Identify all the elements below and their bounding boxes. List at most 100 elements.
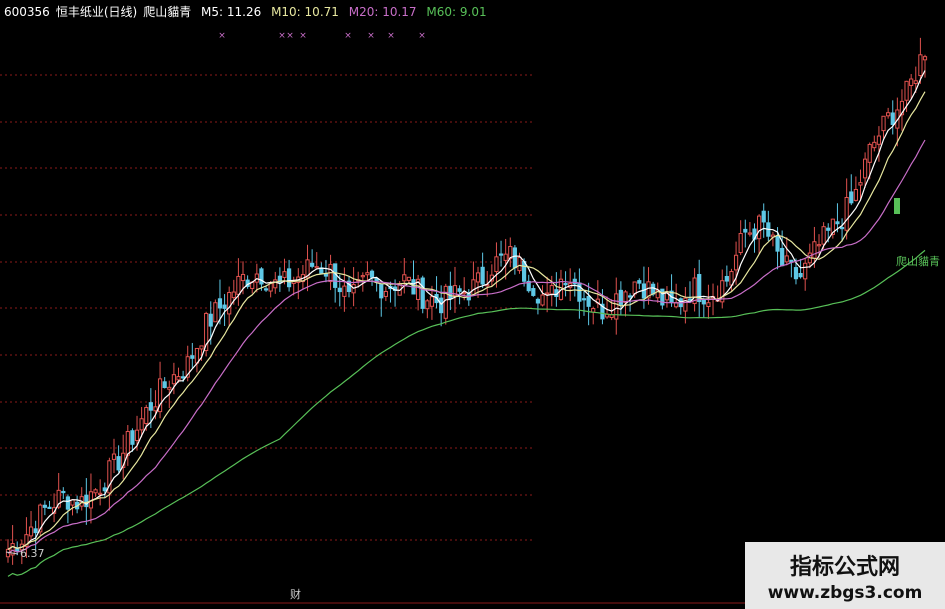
candle-body [144,407,149,425]
candle-body [733,254,739,271]
candle-body [498,253,504,256]
moving-average-lines [7,70,926,577]
candle-body [747,232,752,235]
candle-body [213,302,218,323]
low-price-label: 6.37 [20,547,45,560]
candle-body [240,273,246,282]
candle-body [475,272,481,283]
candle-body [125,431,130,456]
candle-body [383,291,388,297]
indicator-arrow [894,198,900,214]
candle-body [826,227,831,231]
candle-body [872,141,877,149]
candle-body [844,196,849,231]
candle-body [360,275,365,278]
candle-body [217,298,223,309]
candle-body [835,221,840,225]
candle-body [167,386,172,390]
candle-body [651,283,656,295]
candle-body [890,112,895,125]
candle-body [839,226,845,230]
candle-body [259,268,264,285]
candle-body [153,406,158,412]
candle-body [65,496,71,510]
candle-body [236,275,241,295]
candle-body [420,277,425,309]
candle-body [503,253,508,261]
candle-body [853,188,858,201]
candle-body [803,262,808,280]
candle-body [439,297,444,314]
signal-marker: × [418,31,426,41]
candle-body [821,226,826,245]
candle-body [139,418,144,431]
candle-body [208,313,213,327]
candle-body [724,276,729,282]
candle-body [627,295,633,298]
candle-body [535,298,541,304]
indicator-curve-label: 爬山貓青 [896,255,940,268]
candle-body [406,276,411,281]
candle-body [130,430,135,445]
candle-body [581,298,587,301]
watermark: 指标公式网 www.zbgs3.com [745,542,945,609]
candle-body [194,347,200,364]
signal-marker: × [344,31,352,41]
candle-body [402,274,407,282]
candle-body [757,215,762,240]
candle-body [909,78,914,87]
candle-body [310,262,315,267]
candle-body [222,304,227,309]
candle-body [623,291,628,303]
candle-body [93,489,98,494]
watermark-title: 指标公式网 [789,554,900,580]
candle-body [116,456,121,471]
signal-marker: × [218,31,226,41]
candle-body [254,273,259,283]
candle-body [545,292,550,295]
candle-body [429,296,435,307]
candle-body [738,233,743,254]
candle-body [342,285,347,297]
candle-body [918,54,923,77]
candle-body [743,228,748,233]
candle-body [102,487,107,492]
candle-body [323,273,329,277]
candle-body [512,247,517,269]
signal-marker: × [387,31,395,41]
signal-marker: × [299,31,307,41]
ma5-value: M5: 11.26 [201,5,262,19]
candle-body [263,288,269,291]
candle-body [457,288,462,292]
grid-lines [0,74,945,604]
candle-body [314,266,319,269]
candle-body [443,285,448,319]
chart-header: 600356 恒丰纸业(日线) 爬山貓青 M5: 11.26 M10: 10.71 … [4,3,493,20]
ma60-value: M60: 9.01 [426,5,487,19]
candle-body [867,143,872,163]
candle-body [586,295,591,307]
candle-body [522,260,527,282]
chart-labels: 6.37 爬山貓青财 [5,198,940,601]
candle-body [549,285,554,295]
candle-body [637,280,642,284]
candle-body [176,376,181,381]
stock-name: 恒丰纸业(日线) [55,5,138,19]
candle-body [337,287,342,293]
candle-body [761,210,766,223]
candle-body [134,429,140,442]
candle-body [480,266,485,285]
candle-body [379,284,384,299]
candle-body [862,158,868,179]
stock-code: 600356 [4,5,50,19]
candle-body [784,255,789,263]
candle-body [42,504,47,508]
candle-body [922,56,928,61]
candle-body [369,270,375,278]
candle-body [517,256,522,272]
watermark-url: www.zbgs3.com [767,582,923,603]
candle-body [227,292,232,315]
candle-body [28,526,34,537]
candle-body [231,291,236,299]
candle-body [98,492,103,495]
